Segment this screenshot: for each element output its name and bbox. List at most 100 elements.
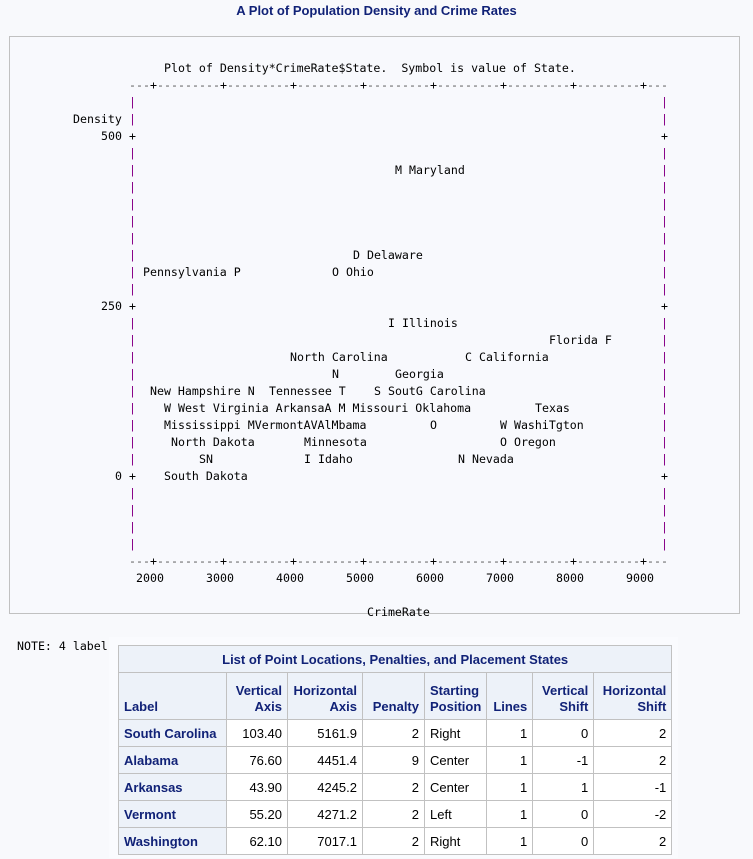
- cell-label: Washington: [118, 827, 227, 855]
- data-point-label: O Oregon: [500, 435, 556, 449]
- y-tick-label: 0: [115, 469, 122, 483]
- frame-dash: -: [227, 554, 234, 568]
- x-axis-tick-bottom: +: [290, 554, 297, 568]
- frame-dash: -: [423, 78, 430, 92]
- frame-dash: -: [619, 554, 626, 568]
- data-point-label: M Maryland: [395, 163, 465, 177]
- frame-dash: -: [276, 554, 283, 568]
- cell-horizontal-axis: 4451.4: [287, 746, 363, 774]
- cell-vertical-shift: 1: [532, 773, 595, 801]
- cell-starting-position: Center: [423, 773, 488, 801]
- frame-dash: -: [143, 554, 150, 568]
- frame-right-bar: |: [661, 537, 668, 551]
- frame-dash: -: [136, 554, 143, 568]
- frame-dash: -: [458, 554, 465, 568]
- frame-dash: -: [535, 78, 542, 92]
- cell-penalty: 9: [362, 746, 425, 774]
- column-header-line2: Shift: [637, 699, 667, 714]
- frame-left-bar: |: [129, 248, 136, 262]
- y-axis-label: Density: [73, 112, 122, 126]
- frame-dash: -: [479, 78, 486, 92]
- frame-dash: -: [171, 78, 178, 92]
- frame-dash: -: [178, 554, 185, 568]
- frame-dash: -: [157, 78, 164, 92]
- frame-right-bar: |: [661, 503, 668, 517]
- frame-dash: -: [598, 78, 605, 92]
- frame-dash: -: [437, 554, 444, 568]
- frame-dash: -: [311, 554, 318, 568]
- frame-dash: -: [493, 78, 500, 92]
- frame-left-bar: |: [129, 95, 136, 109]
- frame-left-bar: |: [129, 401, 136, 415]
- frame-dash: -: [423, 554, 430, 568]
- frame-dash: -: [367, 78, 374, 92]
- frame-dash: -: [416, 78, 423, 92]
- x-tick-label: 8000: [556, 571, 584, 585]
- x-tick-label: 9000: [626, 571, 654, 585]
- frame-right-bar: |: [661, 231, 668, 245]
- frame-dash: -: [339, 554, 346, 568]
- x-tick-label: 2000: [136, 571, 164, 585]
- data-point-label: D Delaware: [353, 248, 423, 262]
- data-point-label: N: [332, 367, 339, 381]
- frame-right-bar: |: [661, 316, 668, 330]
- frame-dash: -: [528, 554, 535, 568]
- frame-dash: -: [486, 78, 493, 92]
- frame-left-bar: |: [129, 367, 136, 381]
- table-caption: List of Point Locations, Penalties, and …: [117, 645, 673, 673]
- frame-left-bar: |: [129, 384, 136, 398]
- data-point-label: N Nevada: [458, 452, 514, 466]
- frame-right-bar: |: [661, 112, 668, 126]
- frame-right-bar: |: [661, 350, 668, 364]
- frame-dash: -: [206, 78, 213, 92]
- frame-right-bar: |: [661, 384, 668, 398]
- cell-penalty: 2: [362, 773, 425, 801]
- x-axis-tick-top: +: [500, 78, 507, 92]
- frame-dash: -: [199, 554, 206, 568]
- cell-lines: 1: [486, 827, 534, 855]
- data-point-label: O Ohio: [332, 265, 374, 279]
- column-header: Horizontal Shift: [593, 672, 673, 720]
- cell-label: Alabama: [118, 746, 227, 774]
- frame-right-bar: |: [661, 486, 668, 500]
- frame-dash: -: [353, 554, 360, 568]
- cell-starting-position: Center: [423, 746, 488, 774]
- frame-dash: -: [255, 554, 262, 568]
- y-axis-tick-right: +: [661, 299, 668, 313]
- frame-dash: -: [577, 78, 584, 92]
- frame-dash: -: [248, 78, 255, 92]
- y-tick-label: 250: [101, 299, 122, 313]
- cell-lines: 1: [486, 746, 534, 774]
- frame-dash: -: [556, 78, 563, 92]
- cell-horizontal-axis: 7017.1: [287, 827, 363, 855]
- frame-dash: -: [206, 554, 213, 568]
- frame-dash: -: [563, 78, 570, 92]
- cell-starting-position: Left: [423, 800, 488, 828]
- column-header-line2: Axis: [254, 699, 282, 714]
- x-tick-label: 7000: [486, 571, 514, 585]
- frame-left-bar: |: [129, 333, 136, 347]
- frame-right-bar: |: [661, 265, 668, 279]
- frame-dash: -: [437, 78, 444, 92]
- table-row: South Carolina 103.40 5161.9 2 Right 1 0 2: [118, 719, 673, 747]
- frame-dash: -: [619, 78, 626, 92]
- frame-dash: -: [318, 554, 325, 568]
- cell-horizontal-shift: 2: [593, 746, 673, 774]
- frame-right-bar: |: [661, 248, 668, 262]
- column-header-line2: Label: [124, 699, 158, 714]
- y-axis-tick-right: +: [661, 469, 668, 483]
- placement-table-container: List of Point Locations, Penalties, and …: [109, 637, 678, 858]
- x-axis-tick-bottom: +: [500, 554, 507, 568]
- frame-left-bar: |: [129, 350, 136, 364]
- frame-dash: -: [633, 78, 640, 92]
- column-header-line1: Horizontal: [293, 683, 357, 698]
- cell-label: South Carolina: [118, 719, 227, 747]
- frame-dash: -: [633, 554, 640, 568]
- frame-dash: -: [612, 554, 619, 568]
- frame-dash: -: [248, 554, 255, 568]
- frame-dash: -: [486, 554, 493, 568]
- data-point-label: Texas: [535, 401, 570, 415]
- frame-dash: -: [514, 78, 521, 92]
- frame-right-bar: |: [661, 180, 668, 194]
- frame-dash: -: [549, 78, 556, 92]
